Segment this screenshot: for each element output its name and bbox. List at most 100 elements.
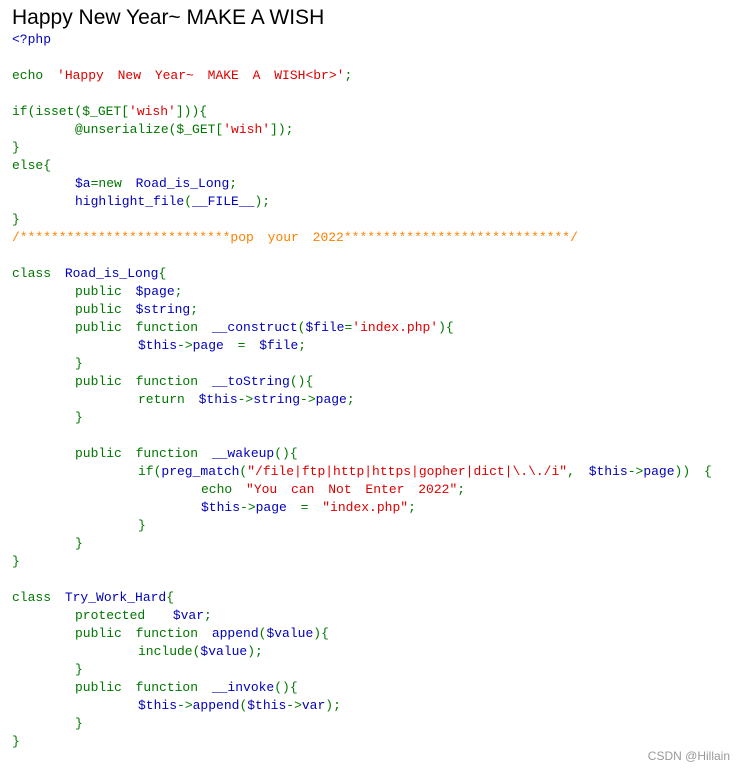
code-token: ( [184,194,193,209]
code-token: } [12,734,20,749]
code-line: } [12,211,712,229]
code-token: if( [138,464,162,479]
code-token: else{ [12,158,52,173]
php-source-code: <?php echo 'Happy New Year~ MAKE A WISH<… [12,31,712,751]
code-token: } [75,536,83,551]
code-token: )) { [674,464,712,479]
code-token: -> [237,392,254,407]
code-token: ; [229,176,238,191]
code-token: $file [259,338,299,353]
code-token: include( [138,644,201,659]
code-line: } [12,139,712,157]
code-token: ; [174,284,183,299]
code-token: = [237,338,260,353]
code-token: ){ [438,320,454,335]
code-token: return [138,392,199,407]
code-token: append [211,626,259,641]
code-token: $this [138,698,178,713]
code-token: highlight_file [75,194,185,209]
code-token: Try_Work_Hard [64,590,167,605]
code-line: } [12,409,712,427]
code-token: protected [75,608,173,623]
code-token: ; [190,302,199,317]
code-token: public [75,302,136,317]
code-token: <?php [12,32,52,47]
code-line: highlight_file(__FILE__); [12,193,712,211]
code-line: public $string; [12,301,712,319]
code-token: preg_match [161,464,240,479]
code-line: $a=new Road_is_Long; [12,175,712,193]
code-token: 'index.php' [352,320,439,335]
code-line: } [12,535,712,553]
page-heading: Happy New Year~ MAKE A WISH [12,6,325,29]
code-line: if(preg_match("/file|ftp|http|https|goph… [12,463,712,481]
code-token: page [643,464,675,479]
code-line: protected $var; [12,607,712,625]
code-token: = [300,500,323,515]
code-token: $this [247,698,287,713]
code-token: __construct [211,320,298,335]
code-token: ])){ [175,104,208,119]
code-token: string [253,392,301,407]
code-token: (){ [289,374,314,389]
code-token: public [75,284,136,299]
code-line: include($value); [12,643,712,661]
code-token: } [75,662,83,677]
code-line: public $page; [12,283,712,301]
code-token: ; [457,482,466,497]
code-token: (){ [274,680,298,695]
code-line: } [12,355,712,373]
code-line: } [12,517,712,535]
code-token: echo [12,68,58,83]
code-line: } [12,553,712,571]
code-token: ); [254,194,271,209]
code-token: 'wish' [129,104,176,119]
code-token: } [75,716,83,731]
code-token: -> [300,392,316,407]
code-token: $this [138,338,178,353]
code-token: /***************************pop your 202… [12,230,578,245]
code-token: } [12,554,20,569]
code-token: } [75,410,83,425]
code-line: $this->append($this->var); [12,697,712,715]
code-token: $value [266,626,314,641]
code-token: @unserialize($_GET[ [75,122,224,137]
code-token: -> [627,464,644,479]
code-line: echo "You can Not Enter 2022"; [12,481,712,499]
code-token: -> [240,500,256,515]
code-token: public function [75,374,212,389]
code-token: , [567,464,589,479]
code-token: page [192,338,238,353]
code-token: append [192,698,240,713]
code-line: } [12,661,712,679]
code-line: /***************************pop your 202… [12,229,712,247]
code-token: "/file|ftp|http|https|gopher|dict|\.\./i… [247,464,568,479]
code-token: ; [204,608,212,623]
code-token: __toString [211,374,290,389]
code-token: $value [200,644,248,659]
code-token: } [138,518,146,533]
code-token: public function [75,680,212,695]
code-token: $this [201,500,241,515]
code-token: __invoke [211,680,275,695]
code-token: page [255,500,301,515]
code-token: (){ [274,446,298,461]
code-line: @unserialize($_GET['wish']); [12,121,712,139]
code-token: $this [198,392,238,407]
code-token: __FILE__ [192,194,255,209]
code-line: $this->page = "index.php"; [12,499,712,517]
code-token: -> [177,698,193,713]
code-token: echo [201,482,247,497]
code-token: $this [588,464,628,479]
code-line: $this->page = $file; [12,337,712,355]
code-token: Road_is_Long [64,266,159,281]
code-line: echo 'Happy New Year~ MAKE A WISH<br>'; [12,67,712,85]
code-token: =new [90,176,136,191]
code-token: Road_is_Long [135,176,230,191]
code-line: class Road_is_Long{ [12,265,712,283]
code-line: else{ [12,157,712,175]
